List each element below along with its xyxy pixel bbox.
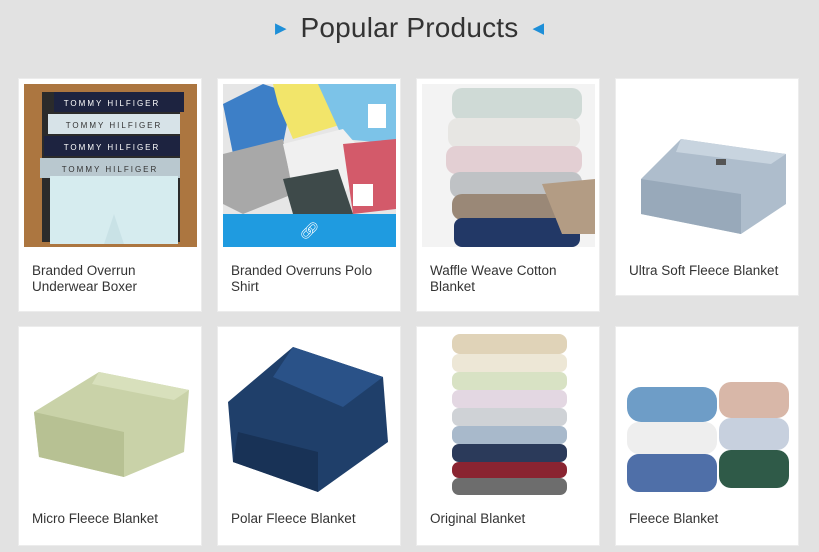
product-card-original[interactable]: Original Blanket	[416, 326, 600, 546]
product-title[interactable]: Ultra Soft Fleece Blanket	[629, 263, 790, 279]
svg-text:TOMMY HILFIGER: TOMMY HILFIGER	[64, 143, 161, 152]
product-image-boxer[interactable]: TOMMY HILFIGER TOMMY HILFIGER TOMMY HILF…	[24, 84, 197, 247]
product-title[interactable]: Polar Fleece Blanket	[231, 511, 392, 527]
svg-text:TOMMY HILFIGER: TOMMY HILFIGER	[66, 121, 163, 130]
product-image-fleece[interactable]	[621, 332, 794, 495]
product-image-polo[interactable]: 🔗︎	[223, 84, 396, 247]
product-card-polo[interactable]: 🔗︎ Branded Overruns Polo Shirt	[217, 78, 401, 312]
product-title[interactable]: Waffle Weave Cotton Blanket	[430, 263, 591, 295]
product-image-waffle[interactable]	[422, 84, 595, 247]
product-image-polar-fleece[interactable]	[223, 332, 396, 495]
product-card-ultra-soft[interactable]: Ultra Soft Fleece Blanket	[615, 78, 799, 296]
product-title[interactable]: Micro Fleece Blanket	[32, 511, 193, 527]
section-heading: ▶ Popular Products ◀	[0, 0, 819, 56]
product-card-waffle[interactable]: Waffle Weave Cotton Blanket	[416, 78, 600, 312]
product-title[interactable]: Branded Overrun Underwear Boxer	[32, 263, 193, 295]
product-image-micro-fleece[interactable]	[24, 332, 197, 495]
triangle-left-icon: ◀	[532, 19, 545, 37]
svg-text:TOMMY HILFIGER: TOMMY HILFIGER	[64, 99, 161, 108]
svg-text:TOMMY HILFIGER: TOMMY HILFIGER	[62, 165, 159, 174]
product-card-boxer[interactable]: TOMMY HILFIGER TOMMY HILFIGER TOMMY HILF…	[18, 78, 202, 312]
product-title[interactable]: Original Blanket	[430, 511, 591, 527]
product-card-micro-fleece[interactable]: Micro Fleece Blanket	[18, 326, 202, 546]
product-image-ultra-soft[interactable]	[621, 84, 794, 247]
product-card-fleece[interactable]: Fleece Blanket	[615, 326, 799, 546]
product-image-original[interactable]	[422, 332, 595, 495]
product-link-bar[interactable]: 🔗︎	[223, 214, 396, 247]
product-title[interactable]: Fleece Blanket	[629, 511, 790, 527]
product-card-polar-fleece[interactable]: Polar Fleece Blanket	[217, 326, 401, 546]
link-icon[interactable]: 🔗︎	[299, 221, 319, 241]
product-title[interactable]: Branded Overruns Polo Shirt	[231, 263, 392, 295]
section-title: Popular Products	[300, 12, 519, 43]
triangle-right-icon: ▶	[274, 19, 287, 37]
